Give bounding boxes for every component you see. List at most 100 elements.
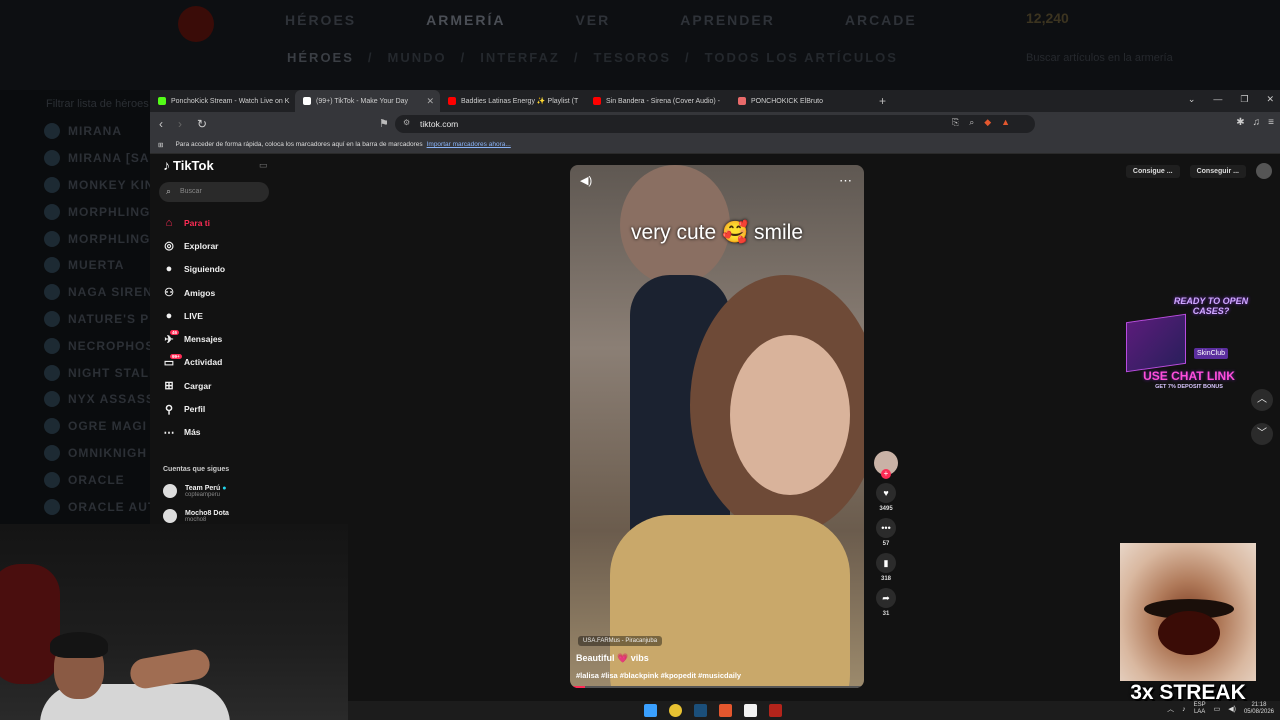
reload-icon[interactable]: ↻ <box>197 117 207 131</box>
language-indicator[interactable]: ESP LAA <box>1194 702 1206 716</box>
tab-search-icon[interactable]: ⌄ <box>1188 94 1196 105</box>
forward-icon[interactable]: › <box>178 117 188 131</box>
browser-tab[interactable]: Sin Bandera - Sirena (Cover Audio) - <box>585 90 730 112</box>
apps-icon[interactable]: ⊞ <box>158 141 163 149</box>
video-action[interactable]: ▮ 318 <box>872 553 900 582</box>
hero-list-item[interactable]: MONKEY KIN <box>44 172 154 199</box>
hero-list-item[interactable]: OMNIKNIGH <box>44 440 154 467</box>
brave-rewards-icon[interactable]: ▲ <box>1001 117 1010 128</box>
bookmark-icon[interactable]: ⚑ <box>379 117 389 130</box>
chrome-icon[interactable] <box>669 704 682 717</box>
hero-list-item[interactable]: NYX ASSASS <box>44 386 154 413</box>
menu-item[interactable]: ⚇ Amigos <box>162 281 225 304</box>
game-subnav-item[interactable]: TESOROS <box>593 50 671 65</box>
hero-list-item[interactable]: MIRANA <box>44 118 154 145</box>
minimize-icon[interactable]: — <box>1213 94 1222 105</box>
hero-list-item[interactable]: NECROPHOS <box>44 332 154 359</box>
volume-icon[interactable]: ◀) <box>580 174 592 187</box>
steam-icon[interactable] <box>694 704 707 717</box>
tiktok-logo[interactable]: ♪ TikTok <box>163 157 214 173</box>
menu-item[interactable]: ⊞ Cargar <box>162 374 225 397</box>
menu-item[interactable]: ⚲ Perfil <box>162 397 225 420</box>
mic-icon[interactable]: ♪ <box>1182 706 1186 713</box>
game-nav-item[interactable]: HÉROES <box>285 12 356 28</box>
followed-account[interactable]: Mocho8 Dota mocho8 <box>163 509 229 523</box>
get-app-button[interactable]: Conseguir ... <box>1189 164 1246 178</box>
video-action[interactable]: ➦ 31 <box>872 588 900 617</box>
video-player[interactable]: ◀) ⋯ very cute 🥰 smile USA.FARMus - Pira… <box>570 165 864 688</box>
extensions-icon[interactable]: ✱ <box>1236 117 1244 128</box>
more-options-icon[interactable]: ⋯ <box>839 173 852 189</box>
video-action-icon: ▮ <box>876 553 896 573</box>
back-icon[interactable]: ‹ <box>159 117 169 131</box>
ad-cta: USE CHAT LINK <box>1143 369 1235 383</box>
video-action[interactable]: ••• 57 <box>872 518 900 547</box>
network-icon[interactable]: ▭ <box>1214 705 1221 713</box>
menu-icon[interactable]: ≡ <box>1268 117 1274 128</box>
video-action[interactable]: ♥ 3495 <box>872 483 900 512</box>
hero-list-item[interactable]: NIGHT STALI <box>44 359 154 386</box>
tiktok-search-input[interactable]: ⌕ Buscar <box>159 182 269 202</box>
clock[interactable]: 21:18 05/08/2026 <box>1244 702 1274 716</box>
brave-shield-icon[interactable]: ◆ <box>984 117 991 128</box>
url-field[interactable]: ⚙ tiktok.com <box>395 115 1035 133</box>
zoom-icon[interactable]: ⌕ <box>969 117 974 128</box>
menu-item[interactable]: ⋯ Más <box>162 421 225 444</box>
hero-list-item[interactable]: MUERTA <box>44 252 154 279</box>
hero-list-item[interactable]: MORPHLING <box>44 198 154 225</box>
start-icon[interactable] <box>644 704 657 717</box>
creator-avatar[interactable]: + <box>874 451 898 479</box>
menu-item[interactable]: ⌂ Para ti <box>162 211 225 234</box>
notes-icon[interactable] <box>744 704 757 717</box>
close-window-icon[interactable]: ✕ <box>1266 94 1274 105</box>
browser-tab[interactable]: Baddies Latinas Energy ✨ Playlist (T <box>440 90 585 112</box>
hero-list-item[interactable]: NATURE'S PR <box>44 306 158 333</box>
menu-item[interactable]: ▭ 99+ Actividad <box>162 351 225 374</box>
hero-list-item[interactable]: OGRE MAGI <box>44 413 154 440</box>
game-subnav-item[interactable]: HÉROES <box>287 50 354 65</box>
browser-tab-active[interactable]: (99+) TikTok - Make Your Day ✕ <box>295 90 440 112</box>
game-subnav-item[interactable]: INTERFAZ <box>480 50 560 65</box>
next-video-icon[interactable]: ﹀ <box>1251 423 1273 445</box>
hero-filter-input[interactable]: Filtrar lista de héroes <box>46 98 149 110</box>
import-bookmarks-link[interactable]: Importar marcadores ahora... <box>427 141 511 148</box>
site-info-icon[interactable]: ⚙ <box>403 118 410 127</box>
collapse-sidebar-icon[interactable]: ▭ <box>259 160 268 171</box>
game-subnav-item[interactable]: MUNDO <box>388 50 447 65</box>
game-subnav-item[interactable]: TODOS LOS ARTÍCULOS <box>705 50 898 65</box>
get-coins-button[interactable]: Consigue ... <box>1125 164 1180 178</box>
location-tag[interactable]: USA.FARMus - Piracanjuba <box>578 636 663 646</box>
followed-account[interactable]: Team Perú ● copteamperu <box>163 484 226 498</box>
game-nav-item[interactable]: ARCADE <box>845 12 917 28</box>
clock-time: 21:18 <box>1251 702 1267 708</box>
browser-tab[interactable]: PONCHOKICK ElBruto <box>730 90 875 112</box>
hero-list-item[interactable]: NAGA SIREN <box>44 279 154 306</box>
volume-icon[interactable]: ◀) <box>1228 705 1236 713</box>
game-nav-item[interactable]: APRENDER <box>680 12 775 28</box>
game-nav-item[interactable]: VER <box>575 12 610 28</box>
game-nav-item-active[interactable]: ARMERÍA <box>426 12 505 28</box>
game-search-input[interactable]: Buscar artículos en la armería <box>1026 52 1173 64</box>
menu-item[interactable]: ✈ 46 Mensajes <box>162 327 225 350</box>
translate-icon[interactable]: ⎘ <box>952 117 959 128</box>
close-tab-icon[interactable]: ✕ <box>426 96 434 107</box>
video-hashtags[interactable]: #lalisa #lisa #blackpink #kpopedit #musi… <box>576 671 741 680</box>
browser-tab[interactable]: PonchoKick Stream - Watch Live on K <box>150 90 295 112</box>
profile-avatar-icon[interactable] <box>1256 163 1272 179</box>
hero-list-item[interactable]: ORACLE <box>44 466 154 493</box>
hero-list-item[interactable]: MIRANA [SA <box>44 145 154 172</box>
hero-list-item[interactable]: MORPHLING <box>44 225 154 252</box>
video-progress-bar[interactable] <box>570 686 864 688</box>
media-icon[interactable]: ♫ <box>1253 117 1261 128</box>
menu-item[interactable]: ◎ Explorar <box>162 234 225 257</box>
menu-item[interactable]: ● LIVE <box>162 304 225 327</box>
maximize-icon[interactable]: ❐ <box>1240 94 1248 105</box>
tray-expand-icon[interactable]: ︿ <box>1167 704 1174 714</box>
streak-meme-image <box>1120 543 1256 681</box>
dota-icon[interactable] <box>769 704 782 717</box>
follow-plus-icon[interactable]: + <box>881 469 891 479</box>
brave-icon[interactable] <box>719 704 732 717</box>
menu-item[interactable]: ● Siguiendo <box>162 258 225 281</box>
new-tab-button[interactable]: + <box>879 94 886 108</box>
hero-list-item[interactable]: ORACLE AUT <box>44 493 155 520</box>
